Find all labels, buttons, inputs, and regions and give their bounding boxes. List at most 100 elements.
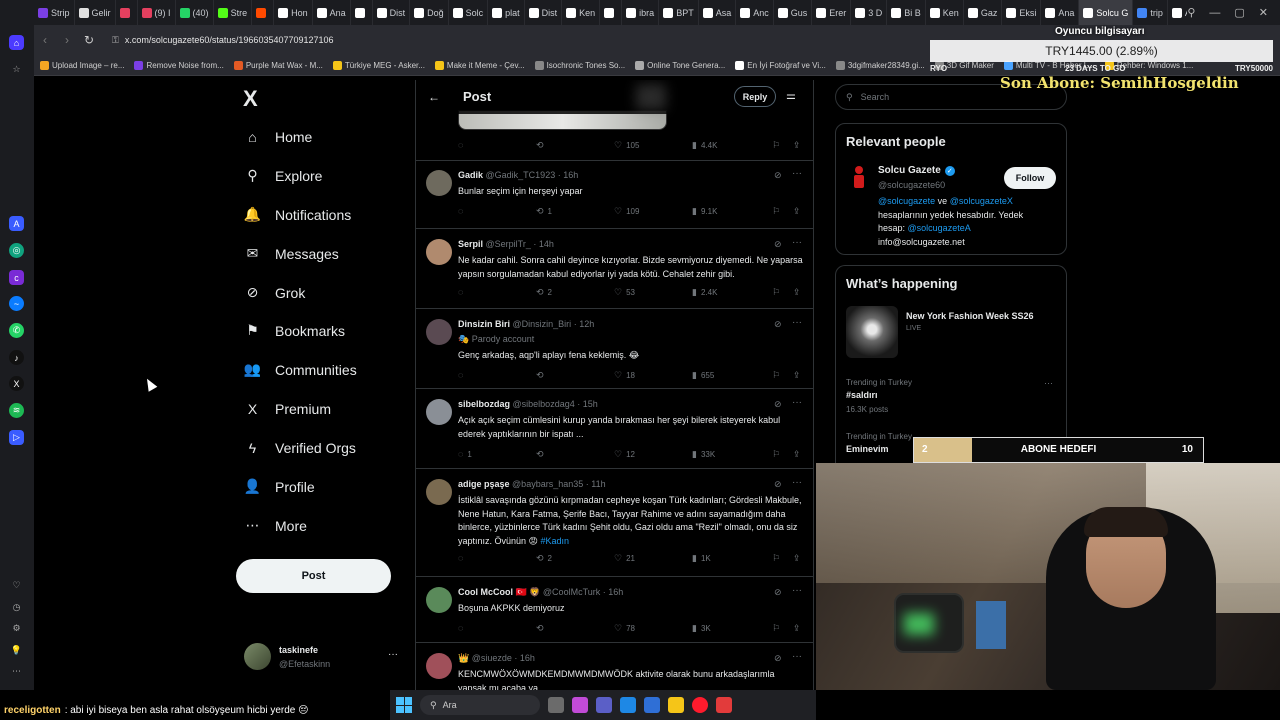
post-button[interactable]: Post <box>236 559 391 593</box>
browser-tab[interactable] <box>600 0 623 25</box>
reply-author-handle[interactable]: @Dinsizin_Biri <box>513 319 572 329</box>
browser-tab[interactable]: ibra <box>622 0 660 25</box>
grok-icon[interactable]: ⊘ <box>774 319 782 330</box>
grok-icon[interactable]: ⊘ <box>774 170 782 181</box>
reply-time[interactable]: 16h <box>520 653 535 663</box>
bio-link[interactable]: @solcugazete <box>878 196 935 206</box>
bookmark-item[interactable]: 3dgifmaker28349.gi... <box>835 60 925 70</box>
reply-author-name[interactable]: 👑 <box>458 653 469 663</box>
player-icon[interactable]: ▷ <box>9 430 24 445</box>
bookmark-action[interactable]: ⚐ <box>772 287 780 298</box>
browser-tab[interactable]: Strip <box>34 0 75 25</box>
reply-filter-icon[interactable]: ⚌ <box>786 89 796 102</box>
nav-item-explore[interactable]: ⚲ Explore <box>244 167 322 184</box>
browser-tab[interactable]: Ken <box>926 0 964 25</box>
url-field[interactable]: ⚿ x.com/solcugazete60/status/19660354077… <box>112 35 334 46</box>
like-action[interactable]: ♡ 12 <box>614 449 635 460</box>
reply-author-name[interactable]: sibelbozdag <box>458 399 510 409</box>
reply-author-handle[interactable]: @sibelbozdag4 <box>513 399 575 409</box>
browser-tab[interactable]: Asa <box>699 0 737 25</box>
live-event-title[interactable]: New York Fashion Week SS26 <box>906 311 1034 321</box>
share-action[interactable]: ⇪ <box>793 449 801 460</box>
bookmark-action[interactable]: ⚐ <box>772 206 780 217</box>
avatar[interactable] <box>426 399 452 425</box>
like-action[interactable]: ♡ 53 <box>614 287 635 298</box>
trend-name[interactable]: #saldırı <box>846 390 878 400</box>
browser-tab[interactable]: (40) <box>176 0 214 25</box>
avatar[interactable] <box>426 170 452 196</box>
minimize-icon[interactable]: — <box>1209 7 1220 19</box>
browser-tab[interactable]: Anc <box>736 0 774 25</box>
views-action[interactable]: ▮ 33K <box>692 449 715 460</box>
reply-author-handle[interactable]: @CoolMcTurk <box>543 587 600 597</box>
nav-item-home[interactable]: ⌂ Home <box>244 128 312 145</box>
browser-tab[interactable]: Eksi <box>1002 0 1042 25</box>
nav-item-grok[interactable]: ⊘ Grok <box>244 284 306 301</box>
reply-action[interactable]: ◌ <box>458 206 467 216</box>
reply-author-name[interactable]: Gadik <box>458 170 483 180</box>
reload-icon[interactable]: ↻ <box>78 33 100 47</box>
browser-tab[interactable] <box>252 0 275 25</box>
reply-time[interactable]: 16h <box>563 170 578 180</box>
reply-author-name[interactable]: Dinsizin Biri <box>458 319 510 329</box>
browser-tab[interactable]: Ana <box>1041 0 1080 25</box>
avatar[interactable] <box>426 653 452 679</box>
store-icon[interactable] <box>644 697 660 713</box>
browser-tab[interactable]: Hon <box>274 0 313 25</box>
browser-tab[interactable]: Dist <box>525 0 563 25</box>
account-more-icon[interactable]: ··· <box>388 649 398 660</box>
reply-action[interactable]: ◌ 1 <box>458 449 472 459</box>
nav-item-profile[interactable]: 👤 Profile <box>244 478 315 495</box>
reply-author-handle[interactable]: @Gadik_TC1923 <box>486 170 556 180</box>
whatsapp-icon[interactable]: ✆ <box>9 323 24 338</box>
reply-more-icon[interactable]: ··· <box>792 317 802 328</box>
browser-tab[interactable]: Stre <box>214 0 253 25</box>
opera-icon[interactable] <box>692 697 708 713</box>
reply-time[interactable]: 14h <box>539 239 554 249</box>
close-icon[interactable]: ✕ <box>1259 6 1268 19</box>
search-tabs-icon[interactable]: ⚲ <box>1187 6 1195 19</box>
nav-item-verified-orgs[interactable]: ϟ Verified Orgs <box>244 439 356 456</box>
bookmark-item[interactable]: Online Tone Genera... <box>635 60 725 70</box>
forward-nav-icon[interactable]: › <box>56 33 78 47</box>
grok-icon[interactable]: ⊘ <box>774 239 782 250</box>
share-action[interactable]: ⇪ <box>793 553 801 564</box>
reply-time[interactable]: 16h <box>608 587 623 597</box>
browser-tab[interactable]: Doğ <box>410 0 449 25</box>
browser-tab[interactable]: Solcu G <box>1079 0 1134 25</box>
trend-more-icon[interactable]: ··· <box>1044 378 1053 388</box>
like-action[interactable]: ♡ 18 <box>614 370 635 381</box>
bookmark-action[interactable]: ⚐ <box>772 553 780 564</box>
settings-icon[interactable]: ⚙ <box>9 621 24 636</box>
grok-icon[interactable]: ⊘ <box>774 479 782 490</box>
account-switcher[interactable]: taskinefe @Efetaskinn ··· <box>244 643 404 673</box>
bookmark-item[interactable]: Isochronic Tones So... <box>534 60 625 70</box>
reply-action[interactable]: ◌ <box>458 140 467 150</box>
messenger-icon[interactable]: ~ <box>9 296 24 311</box>
browser-tab[interactable] <box>351 0 373 25</box>
avatar[interactable] <box>426 239 452 265</box>
site-info-icon[interactable]: ⚿ <box>112 35 119 46</box>
repost-action[interactable]: ⟲ 1 <box>536 206 552 217</box>
bio-link[interactable]: @solcugazeteA <box>908 223 971 233</box>
bookmark-item[interactable]: En İyi Fotoğraf ve Vi... <box>735 60 826 70</box>
browser-tab[interactable]: BPT <box>659 0 699 25</box>
share-action[interactable]: ⇪ <box>793 370 801 381</box>
share-action[interactable]: ⇪ <box>793 287 801 298</box>
nav-item-notifications[interactable]: 🔔 Notifications <box>244 206 351 223</box>
bookmark-action[interactable]: ⚐ <box>772 370 780 381</box>
heart-icon[interactable]: ♡ <box>9 578 24 593</box>
browser-tab[interactable]: Gus <box>774 0 813 25</box>
reply-more-icon[interactable]: ··· <box>792 168 802 179</box>
x-icon[interactable]: X <box>9 376 24 391</box>
share-action[interactable]: ⇪ <box>793 140 801 151</box>
reply-more-icon[interactable]: ··· <box>792 397 802 408</box>
repost-action[interactable]: ⟲ <box>536 623 548 634</box>
bookmark-item[interactable]: Remove Noise from... <box>134 60 224 70</box>
app-icon[interactable] <box>716 697 732 713</box>
trend-thumbnail[interactable] <box>846 306 898 358</box>
bookmark-item[interactable]: Purple Mat Wax - M... <box>233 60 323 70</box>
reply-author-name[interactable]: Cool McCool 🇹🇷 🦁 <box>458 587 540 597</box>
back-nav-icon[interactable]: ‹ <box>34 33 56 47</box>
follow-button[interactable]: Follow <box>1004 167 1056 189</box>
